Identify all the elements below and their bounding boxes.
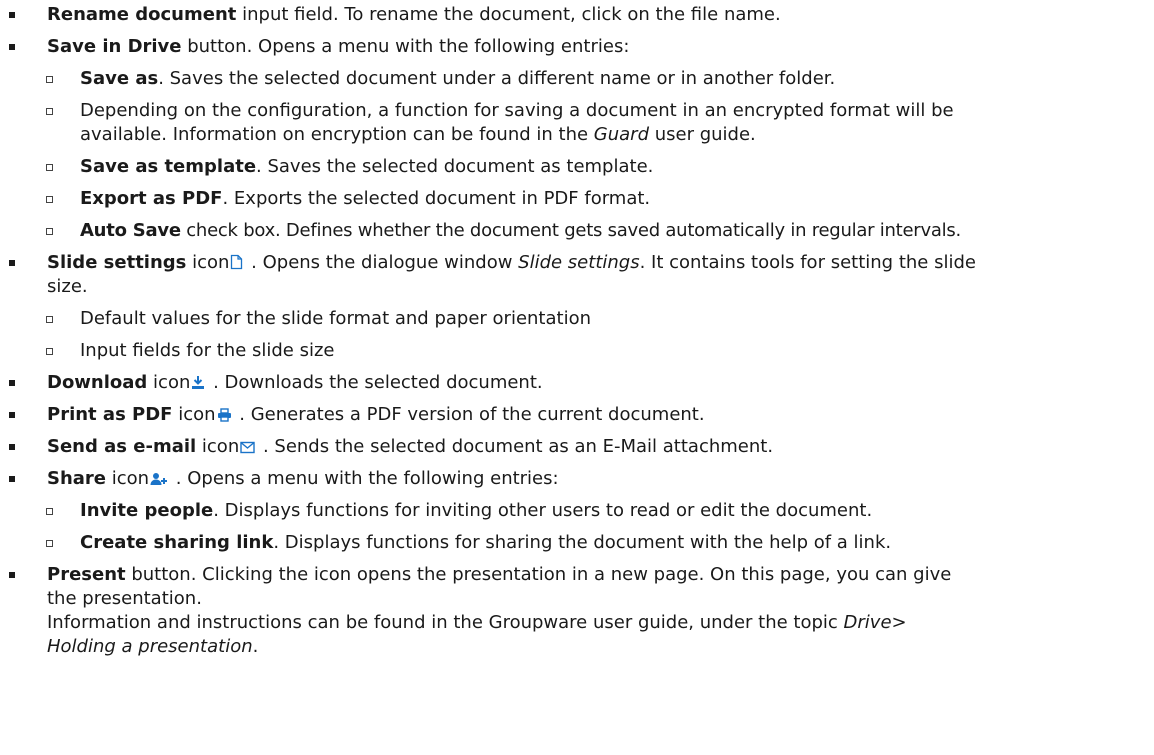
item-text: the presentation. [47,588,202,609]
item-term: Print as PDF [47,404,173,425]
item-term: Save as [80,68,159,89]
item-term: Download [47,372,148,393]
item-text: . Sends the selected document as an E-Ma… [257,436,774,457]
sub-list-item-continuation: available. Information on encryption can… [0,123,1154,147]
list-item: Slide settings icon . Opens the dialogue… [0,251,1154,275]
item-text: icon [106,468,150,489]
item-term: Rename document [47,4,237,25]
item-text: . Opens a menu with the following entrie… [170,468,559,489]
item-term: Send as e-mail [47,436,197,457]
sub-bullet [46,316,53,323]
item-text: button. Clicking the icon opens the pres… [125,564,952,585]
bullet [9,572,15,578]
item-text: . Downloads the selected document. [207,372,543,393]
document-page: Rename document input field. To rename t… [0,0,1154,755]
bullet [9,412,15,418]
topic-name: Drive [843,612,892,633]
item-text: . Saves the selected document under a di… [158,68,836,89]
item-text: user guide. [649,124,756,145]
item-term: Export as PDF [80,188,223,209]
item-text: . Exports the selected document in PDF f… [222,188,651,209]
list-item-continuation: size. [0,275,1154,299]
list-item-continuation: the presentation. [0,587,1154,611]
item-text: Depending on the configuration, a functi… [80,100,954,121]
item-text: Information and instructions can be foun… [47,612,844,633]
list-item: Send as e-mail icon . Sends the selected… [0,435,1154,459]
list-item: Print as PDF icon . Generates a PDF vers… [0,403,1154,427]
sub-list-item: Auto Save check box. Defines whether the… [0,219,1154,243]
list-item: Download icon . Downloads the selected d… [0,371,1154,395]
print-icon [217,408,232,422]
sub-bullet [46,196,53,203]
item-text: . Generates a PDF version of the current… [233,404,705,425]
sub-list-item: Invite people. Displays functions for in… [0,499,1154,523]
item-text: input field. To rename the document, cli… [236,4,781,25]
sub-bullet [46,348,53,355]
bullet [9,476,15,482]
item-text: . Opens the dialogue window [245,252,519,273]
item-text: . Displays functions for inviting other … [213,500,873,521]
item-term: Create sharing link [80,532,274,553]
bullet [9,44,15,50]
sub-list-item: Export as PDF. Exports the selected docu… [0,187,1154,211]
guide-name: Guard [593,124,650,145]
bullet [9,444,15,450]
list-item-continuation: Information and instructions can be foun… [0,611,1154,635]
sub-list-item: Create sharing link. Displays functions … [0,531,1154,555]
sub-list-item: Default values for the slide format and … [0,307,1154,331]
item-text: check box. Defines whether the document … [180,220,961,241]
item-term: Auto Save [80,220,181,241]
item-text: icon [172,404,216,425]
item-text: . [252,636,259,657]
item-text: icon [186,252,230,273]
topic-name: Holding a presentation [47,636,253,657]
dialog-name: Slide settings [518,252,640,273]
item-text: . Displays functions for sharing the doc… [273,532,892,553]
sub-bullet [46,76,53,83]
item-term: Save in Drive [47,36,182,57]
download-icon [191,375,205,390]
sub-list-item: Save as template. Saves the selected doc… [0,155,1154,179]
item-text: Input fields for the slide size [80,340,335,361]
sub-bullet [46,164,53,171]
item-term: Invite people [80,500,214,521]
item-text: available. Information on encryption can… [80,124,594,145]
sub-list-item: Save as. Saves the selected document und… [0,67,1154,91]
bullet [9,260,15,266]
item-text: size. [47,276,88,297]
item-text: icon [147,372,191,393]
sub-bullet [46,540,53,547]
document-icon [230,254,243,270]
item-text: button. Opens a menu with the following … [181,36,630,57]
sub-list-item: Depending on the configuration, a functi… [0,99,1154,123]
item-text: . It contains tools for setting the slid… [639,252,976,273]
sub-bullet [46,228,53,235]
item-text: > [891,612,907,633]
list-item: Share icon . Opens a menu with the follo… [0,467,1154,491]
list-item: Present button. Clicking the icon opens … [0,563,1154,587]
sub-bullet [46,108,53,115]
bullet [9,380,15,386]
item-text: Default values for the slide format and … [80,308,591,329]
list-item: Save in Drive button. Opens a menu with … [0,35,1154,59]
item-text: icon [196,436,240,457]
item-term: Slide settings [47,252,187,273]
item-term: Save as template [80,156,257,177]
list-item: Rename document input field. To rename t… [0,3,1154,27]
sub-list-item: Input fields for the slide size [0,339,1154,363]
item-term: Present [47,564,126,585]
item-text: . Saves the selected document as templat… [256,156,654,177]
share-user-icon [150,472,168,486]
sub-bullet [46,508,53,515]
envelope-icon [240,441,255,454]
list-item-continuation: Holding a presentation. [0,635,1154,659]
item-term: Share [47,468,107,489]
bullet [9,12,15,18]
